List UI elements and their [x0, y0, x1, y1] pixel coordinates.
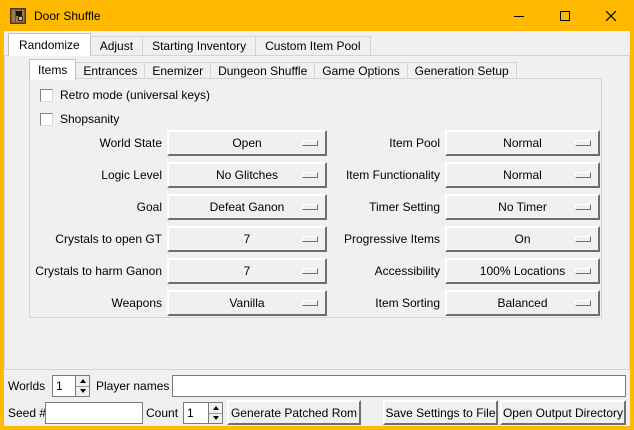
goal-dropdown[interactable]: Defeat Ganon — [167, 194, 327, 220]
item-pool-dropdown[interactable]: Normal — [445, 130, 600, 156]
dropdown-indicator-icon — [302, 236, 318, 242]
arrow-up-icon — [80, 379, 86, 383]
shopsanity-label: Shopsanity — [60, 112, 119, 126]
progressive-items-label: Progressive Items — [327, 232, 440, 246]
worlds-spin-buttons — [75, 376, 89, 396]
items-pane: Retro mode (universal keys) Shopsanity W… — [29, 78, 602, 318]
timer-setting-label: Timer Setting — [327, 200, 440, 214]
world-state-dropdown[interactable]: Open — [167, 130, 327, 156]
item-functionality-dropdown[interactable]: Normal — [445, 162, 600, 188]
arrow-down-icon — [80, 389, 86, 393]
retro-mode-checkbox[interactable] — [40, 89, 53, 102]
randomize-pane: Items Entrances Enemizer Dungeon Shuffle… — [4, 55, 630, 370]
subtab-game-options[interactable]: Game Options — [315, 62, 407, 78]
retro-mode-label: Retro mode (universal keys) — [60, 88, 210, 102]
logic-level-label: Logic Level — [30, 168, 162, 182]
accessibility-dropdown[interactable]: 100% Locations — [445, 258, 600, 284]
dropdown-indicator-icon — [302, 140, 318, 146]
item-functionality-label: Item Functionality — [327, 168, 440, 182]
weapons-dropdown[interactable]: Vanilla — [167, 290, 327, 316]
spin-down-button[interactable] — [76, 387, 89, 397]
dropdown-indicator-icon — [575, 268, 591, 274]
goal-label: Goal — [30, 200, 162, 214]
subtab-enemizer[interactable]: Enemizer — [145, 62, 211, 78]
accessibility-label: Accessibility — [327, 264, 440, 278]
minimize-icon — [514, 11, 524, 21]
window-controls — [496, 0, 634, 31]
tab-randomize[interactable]: Randomize — [8, 33, 91, 56]
minimize-button[interactable] — [496, 0, 542, 31]
tab-custom-item-pool[interactable]: Custom Item Pool — [256, 36, 370, 55]
title-bar: Door Shuffle — [0, 0, 634, 31]
app-window: Door Shuffle Randomize Adjust Starting I… — [0, 0, 634, 430]
logic-level-dropdown[interactable]: No Glitches — [167, 162, 327, 188]
progressive-items-dropdown[interactable]: On — [445, 226, 600, 252]
item-sorting-dropdown[interactable]: Balanced — [445, 290, 600, 316]
door-icon — [10, 8, 26, 24]
dropdown-indicator-icon — [302, 300, 318, 306]
subtab-dungeon-shuffle[interactable]: Dungeon Shuffle — [211, 62, 315, 78]
player-names-input[interactable] — [172, 375, 626, 397]
generate-rom-button[interactable]: Generate Patched Rom — [227, 400, 361, 425]
dropdown-indicator-icon — [575, 140, 591, 146]
maximize-icon — [560, 11, 570, 21]
maximize-button[interactable] — [542, 0, 588, 31]
crystals-ganon-dropdown[interactable]: 7 — [167, 258, 327, 284]
spin-up-button[interactable] — [76, 376, 89, 387]
worlds-input[interactable] — [53, 376, 75, 396]
shopsanity-checkbox[interactable] — [40, 113, 53, 126]
count-label: Count — [146, 406, 178, 420]
close-button[interactable] — [588, 0, 634, 31]
dropdown-indicator-icon — [575, 300, 591, 306]
subtab-generation-setup[interactable]: Generation Setup — [408, 62, 517, 78]
timer-setting-dropdown[interactable]: No Timer — [445, 194, 600, 220]
item-sorting-label: Item Sorting — [327, 296, 440, 310]
spin-up-button[interactable] — [209, 403, 222, 414]
dropdown-indicator-icon — [575, 204, 591, 210]
count-spinbox — [183, 402, 223, 424]
item-pool-label: Item Pool — [327, 136, 440, 150]
retro-mode-row: Retro mode (universal keys) — [40, 88, 210, 102]
weapons-label: Weapons — [30, 296, 162, 310]
worlds-spinbox — [52, 375, 90, 397]
subtab-items[interactable]: Items — [29, 59, 76, 80]
seed-label: Seed # — [8, 406, 46, 420]
seed-input[interactable] — [45, 402, 143, 424]
arrow-down-icon — [213, 416, 219, 420]
player-names-label: Player names — [96, 379, 169, 393]
dropdown-indicator-icon — [302, 204, 318, 210]
close-icon — [606, 11, 616, 21]
main-tabbar: Randomize Adjust Starting Inventory Cust… — [8, 33, 371, 55]
crystals-gt-dropdown[interactable]: 7 — [167, 226, 327, 252]
dropdown-indicator-icon — [302, 268, 318, 274]
dropdown-indicator-icon — [575, 236, 591, 242]
dropdown-indicator-icon — [575, 172, 591, 178]
arrow-up-icon — [213, 406, 219, 410]
settings-tabbar: Items Entrances Enemizer Dungeon Shuffle… — [29, 59, 517, 79]
count-spin-buttons — [208, 403, 222, 423]
tab-adjust[interactable]: Adjust — [91, 36, 143, 55]
window-title: Door Shuffle — [34, 9, 101, 23]
crystals-gt-label: Crystals to open GT — [30, 232, 162, 246]
count-input[interactable] — [184, 403, 208, 423]
dropdown-indicator-icon — [302, 172, 318, 178]
crystals-ganon-label: Crystals to harm Ganon — [30, 264, 162, 278]
tab-starting-inventory[interactable]: Starting Inventory — [143, 36, 256, 55]
shopsanity-row: Shopsanity — [40, 112, 119, 126]
open-output-button[interactable]: Open Output Directory — [500, 400, 626, 425]
subtab-entrances[interactable]: Entrances — [76, 62, 145, 78]
world-state-label: World State — [30, 136, 162, 150]
worlds-label: Worlds — [8, 379, 45, 393]
save-settings-button[interactable]: Save Settings to File — [383, 400, 498, 425]
client-area: Randomize Adjust Starting Inventory Cust… — [4, 31, 630, 426]
spin-down-button[interactable] — [209, 414, 222, 424]
